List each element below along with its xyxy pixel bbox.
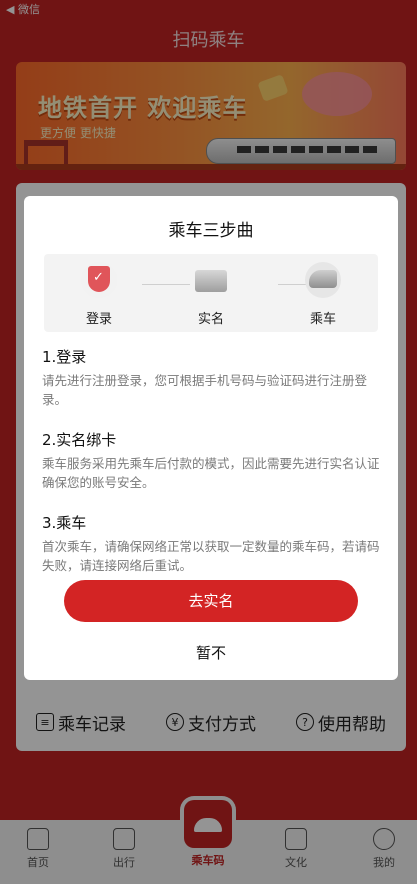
section-heading: 3.乘车 bbox=[42, 514, 87, 532]
section-heading: 1.登录 bbox=[42, 348, 87, 366]
train-icon bbox=[305, 262, 341, 298]
section-body: 乘车服务采用先乘车后付款的模式，因此需要先进行实名认证确保您的账号安全。 bbox=[42, 456, 380, 490]
instruction-section: 1.登录 请先进行注册登录，您可根据手机号码与验证码进行注册登录。 bbox=[42, 346, 382, 409]
three-steps-dialog: 乘车三步曲 登录 实名 乘车 1.登录 请先进行注册登录，您可根据手机号码与验证… bbox=[24, 196, 398, 680]
step-real-name: 实名 bbox=[174, 262, 248, 327]
instruction-section: 2.实名绑卡 乘车服务采用先乘车后付款的模式，因此需要先进行实名认证确保您的账号… bbox=[42, 429, 382, 492]
step-label: 登录 bbox=[85, 312, 112, 327]
step-label: 乘车 bbox=[309, 312, 336, 327]
dialog-title: 乘车三步曲 bbox=[168, 221, 254, 241]
not-now-button[interactable]: 暂不 bbox=[24, 642, 398, 663]
card-icon bbox=[193, 262, 229, 298]
instructions: 1.登录 请先进行注册登录，您可根据手机号码与验证码进行注册登录。 2.实名绑卡… bbox=[42, 346, 382, 595]
section-body: 首次乘车，请确保网络正常以获取一定数量的乘车码，若请码失败，请连接网络后重试。 bbox=[42, 539, 380, 573]
section-heading: 2.实名绑卡 bbox=[42, 431, 117, 449]
instruction-section: 3.乘车 首次乘车，请确保网络正常以获取一定数量的乘车码，若请码失败，请连接网络… bbox=[42, 512, 382, 575]
section-body: 请先进行注册登录，您可根据手机号码与验证码进行注册登录。 bbox=[42, 373, 368, 407]
step-label: 实名 bbox=[197, 312, 224, 327]
step-login: 登录 bbox=[62, 262, 136, 327]
shield-check-icon bbox=[81, 262, 117, 298]
step-ride: 乘车 bbox=[286, 262, 360, 327]
steps-bar: 登录 实名 乘车 bbox=[44, 254, 378, 332]
go-real-name-button[interactable]: 去实名 bbox=[64, 580, 358, 622]
